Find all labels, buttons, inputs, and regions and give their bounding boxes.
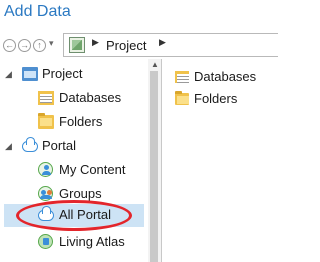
- databases-folder-icon: [175, 71, 189, 83]
- folder-icon: [38, 113, 54, 129]
- tree-item-label: Portal: [42, 138, 76, 153]
- tree-scrollbar[interactable]: ▲: [148, 59, 161, 262]
- tree-item-databases[interactable]: Databases: [0, 87, 148, 109]
- history-dropdown-icon[interactable]: ▾: [49, 38, 54, 49]
- tree-item-my-content[interactable]: My Content: [0, 159, 148, 181]
- chevron-right-icon[interactable]: ▶: [159, 37, 166, 48]
- tree-item-project[interactable]: ◢ Project: [0, 63, 148, 85]
- collapse-triangle-icon[interactable]: ◢: [5, 63, 15, 85]
- content-item-label: Databases: [194, 69, 257, 84]
- content-item-databases[interactable]: Databases: [175, 68, 270, 86]
- content-item-label: Folders: [194, 91, 238, 106]
- tree-item-label: My Content: [59, 162, 126, 177]
- address-bar[interactable]: ▶ Project ▶: [63, 33, 278, 57]
- tree-item-label: Folders: [59, 114, 103, 129]
- forward-arrow-icon[interactable]: →: [18, 39, 31, 52]
- path-segment-project[interactable]: Project: [106, 38, 146, 53]
- groups-icon: [38, 186, 53, 201]
- window-title: Add Data: [4, 3, 71, 20]
- scroll-up-arrow-icon[interactable]: ▲: [151, 60, 159, 69]
- tree-item-folders[interactable]: Folders: [0, 111, 148, 133]
- living-atlas-icon: [38, 234, 53, 249]
- folder-icon: [175, 91, 189, 105]
- up-arrow-icon[interactable]: ↑: [33, 39, 46, 52]
- collapse-triangle-icon[interactable]: ◢: [5, 135, 15, 157]
- tree-item-label: Databases: [59, 90, 122, 105]
- tree-item-label: Project: [42, 66, 83, 81]
- tree-item-portal[interactable]: ◢ Portal: [0, 135, 148, 157]
- tree-item-living-atlas[interactable]: Living Atlas: [0, 231, 148, 253]
- back-arrow-icon[interactable]: ←: [3, 39, 16, 52]
- highlight-circle-annotation: [16, 200, 132, 231]
- databases-folder-icon: [38, 91, 54, 105]
- content-item-folders[interactable]: Folders: [175, 90, 270, 108]
- project-map-icon: [69, 37, 85, 53]
- user-icon: [38, 162, 53, 177]
- navigation-tree: ◢ Project Databases Folders ◢ Portal My …: [0, 59, 162, 262]
- cloud-icon: [22, 137, 38, 152]
- chevron-right-icon[interactable]: ▶: [92, 37, 99, 48]
- tree-item-label: Living Atlas: [59, 234, 125, 249]
- project-icon: [22, 67, 38, 81]
- scrollbar-thumb[interactable]: [150, 71, 158, 262]
